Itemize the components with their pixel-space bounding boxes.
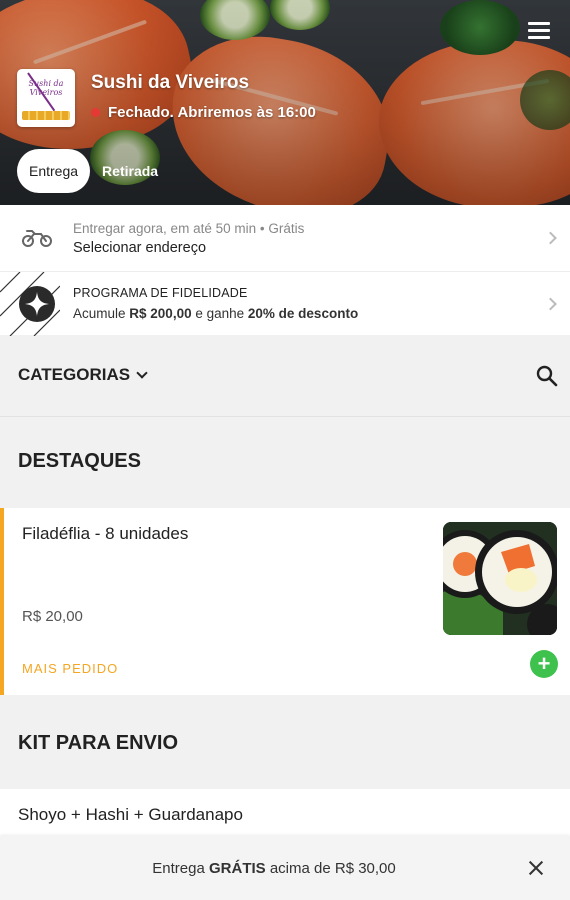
chevron-right-icon	[544, 231, 557, 245]
chevron-down-icon	[136, 366, 148, 379]
store-status: Fechado. Abriremos às 16:00	[91, 104, 316, 121]
product-card[interactable]: Filadéflia - 8 unidades R$ 20,00 MAIS PE…	[0, 508, 570, 695]
closed-status-dot-icon	[91, 108, 100, 117]
loyalty-program-row[interactable]: PROGRAMA DE FIDELIDADE Acumule R$ 200,00…	[0, 271, 570, 336]
store-status-text: Fechado. Abriremos às 16:00	[108, 104, 316, 121]
chevron-right-icon	[544, 297, 557, 310]
categories-bar: CATEGORIAS	[0, 337, 570, 417]
section-title-kit: KIT PARA ENVIO	[18, 732, 179, 754]
categories-dropdown[interactable]: CATEGORIAS	[18, 365, 148, 385]
section-title-destaques: DESTAQUES	[18, 450, 141, 472]
order-type-tabs: Entrega Retirada	[17, 149, 170, 193]
loyalty-description: Acumule R$ 200,00 e ganhe 20% de descont…	[73, 306, 359, 321]
delivery-time-text: Entregar agora, em até 50 min • Grátis	[73, 220, 305, 236]
search-icon[interactable]	[536, 365, 558, 387]
free-delivery-banner: Entrega GRÁTIS acima de R$ 30,00	[0, 836, 570, 900]
add-to-cart-button[interactable]: +	[530, 650, 558, 678]
store-hero: Sushi da Viveiros Sushi da Viveiros Fech…	[0, 0, 570, 205]
store-name: Sushi da Viveiros	[91, 72, 250, 93]
logo-wordmark: Sushi da Viveiros	[28, 79, 64, 97]
product-price: R$ 20,00	[22, 608, 83, 625]
free-delivery-text: Entrega GRÁTIS acima de R$ 30,00	[152, 860, 396, 877]
product-image	[443, 522, 557, 635]
select-address-label: Selecionar endereço	[73, 239, 207, 256]
tab-retirada[interactable]: Retirada	[90, 149, 170, 193]
tab-entrega[interactable]: Entrega	[17, 149, 91, 193]
loyalty-title: PROGRAMA DE FIDELIDADE	[73, 286, 248, 300]
product-name: Filadéflia - 8 unidades	[22, 524, 189, 543]
sparkle-star-icon	[18, 285, 56, 323]
product-badge: MAIS PEDIDO	[22, 661, 119, 676]
store-logo: Sushi da Viveiros	[17, 69, 75, 127]
motorcycle-icon	[18, 219, 56, 257]
hamburger-menu-icon[interactable]	[528, 22, 550, 40]
categories-label: CATEGORIAS	[18, 365, 131, 384]
close-icon[interactable]	[527, 859, 545, 877]
delivery-address-row[interactable]: Entregar agora, em até 50 min • Grátis S…	[0, 205, 570, 271]
store-info-card: Entregar agora, em até 50 min • Grátis S…	[0, 205, 570, 336]
product-name: Shoyo + Hashi + Guardanapo	[18, 805, 243, 824]
